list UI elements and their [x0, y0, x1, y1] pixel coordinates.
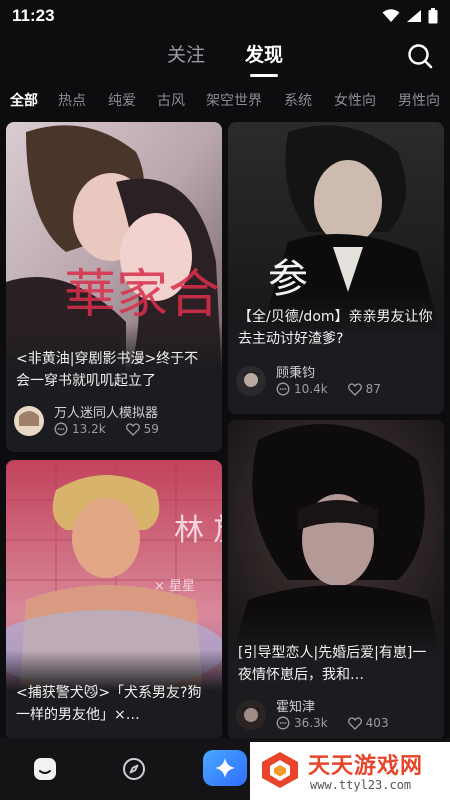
like-count: 403	[365, 716, 389, 730]
cover-subtext: × 星星	[154, 579, 195, 594]
category-hot[interactable]: 热点	[58, 90, 86, 110]
nav-home[interactable]	[28, 752, 62, 786]
comment-count: 13.2k	[72, 422, 106, 436]
heart-icon[interactable]	[347, 716, 362, 730]
author-name: 万人迷同人模拟器	[54, 406, 159, 421]
author-avatar	[14, 406, 44, 436]
category-system[interactable]: 系统	[284, 90, 312, 110]
story-card[interactable]: [引导型恋人|先婚后爱|有崽]一夜情怀崽后，我和… 霍知津 36.3k 403	[228, 420, 444, 740]
heart-icon[interactable]	[125, 422, 140, 436]
top-nav: 关注 发现	[0, 32, 450, 80]
card-meta: 顾秉钧 10.4k 87	[236, 362, 436, 402]
card-meta: 万人迷同人模拟器 13.2k 59	[14, 402, 214, 442]
comment-count: 10.4k	[294, 382, 328, 396]
watermark-url: www.ttyl23.com	[310, 778, 412, 792]
home-icon	[34, 758, 56, 780]
category-pure-love[interactable]: 纯爱	[108, 90, 136, 110]
card-stats: 36.3k 403	[276, 716, 389, 730]
author-avatar	[236, 366, 266, 396]
battery-icon	[428, 8, 438, 24]
author-name: 顾秉钧	[276, 366, 316, 381]
wifi-icon	[382, 9, 400, 22]
nav-discover[interactable]	[117, 752, 151, 786]
story-card[interactable]: 林 放 × 星星 <捕获警犬😼>「犬系男友?狗一样的男友他」×…	[6, 460, 222, 740]
author-name: 霍知津	[276, 700, 316, 715]
category-tabs: 全部 热点 纯爱 古风 架空世界 系统 女性向 男性向	[0, 84, 450, 116]
status-icons	[382, 8, 438, 24]
comment-count: 36.3k	[294, 716, 328, 730]
card-stats: 13.2k 59	[54, 422, 159, 436]
card-title: 【全/贝德/dom】亲亲男友让你去主动讨好渣爹?	[238, 309, 433, 347]
category-male[interactable]: 男性向	[398, 90, 440, 110]
category-female[interactable]: 女性向	[334, 90, 376, 110]
comment-icon	[54, 422, 68, 436]
story-card[interactable]: 華家合 扇 <非黄油|穿剧影书漫>终于不会一穿书就叽叽起立了 万人迷同人模拟器 …	[6, 122, 222, 452]
sparkle-icon	[215, 758, 235, 778]
nav-create-button[interactable]	[203, 750, 247, 786]
compass-icon	[123, 758, 145, 780]
cover-calligraphy: 林 放	[174, 513, 222, 548]
card-stats: 10.4k 87	[276, 382, 381, 396]
watermark-logo	[262, 752, 298, 788]
category-ancient[interactable]: 古风	[157, 90, 185, 110]
active-tab-indicator	[250, 74, 278, 77]
tab-discover[interactable]: 发现	[245, 40, 283, 67]
comment-icon	[276, 716, 290, 730]
heart-icon[interactable]	[347, 382, 362, 396]
card-title: <捕获警犬😼>「犬系男友?狗一样的男友他」×…	[16, 685, 202, 723]
cover-calligraphy: 華家合 扇	[64, 265, 222, 325]
search-icon[interactable]	[406, 42, 434, 70]
card-meta: 霍知津 36.3k 403	[236, 696, 436, 736]
card-title: [引导型恋人|先婚后爱|有崽]一夜情怀崽后，我和…	[238, 645, 427, 683]
tab-follow[interactable]: 关注	[167, 40, 205, 67]
comment-icon	[276, 382, 290, 396]
author-avatar	[236, 700, 266, 730]
like-count: 87	[365, 382, 381, 396]
signal-icon	[407, 10, 421, 22]
watermark-title: 天天游戏网	[308, 754, 424, 779]
watermark-banner: 天天游戏网 www.ttyl23.com	[250, 742, 450, 800]
status-bar: 11:23	[0, 0, 450, 32]
status-time: 11:23	[12, 6, 55, 25]
category-fantasy-world[interactable]: 架空世界	[206, 90, 262, 110]
like-count: 59	[143, 422, 159, 436]
card-title: <非黄油|穿剧影书漫>终于不会一穿书就叽叽起立了	[16, 351, 199, 389]
story-card[interactable]: 参 【全/贝德/dom】亲亲男友让你去主动讨好渣爹? 顾秉钧 10.4k 87	[228, 122, 444, 414]
category-all[interactable]: 全部	[10, 90, 38, 110]
